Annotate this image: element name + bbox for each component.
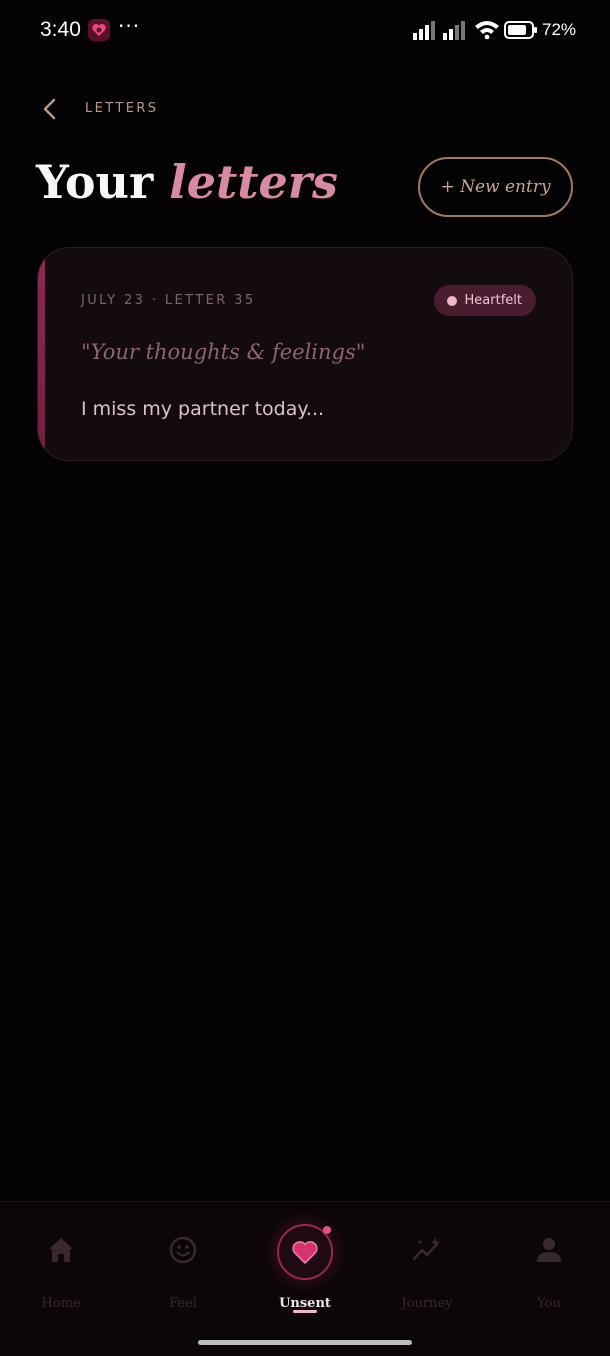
battery-icon [504,21,537,39]
bottom-nav: Home Feel Unsent Journey You [0,1201,610,1356]
battery-percentage: 72% [542,20,577,39]
heart-icon [292,1241,318,1264]
nav-item-you[interactable]: You [488,1222,610,1322]
notification-dot [323,1226,331,1234]
nav-label-feel: Feel [169,1296,197,1311]
status-bar: 3:40 ··· 72% [0,0,610,62]
signal-icon-2 [443,21,465,40]
breadcrumb: LETTERS [85,101,159,116]
back-button[interactable] [36,94,66,124]
letter-card[interactable]: JULY 23 · LETTER 35 Heartfelt "Your thou… [37,247,573,461]
active-indicator [293,1310,317,1313]
letter-prompt: "Your thoughts & feelings" [81,340,366,364]
wifi-icon [475,21,499,40]
mood-dot-icon [446,295,457,306]
page-title-accent: letters [169,155,338,209]
mood-label: Heartfelt [464,293,522,308]
smiley-icon [169,1236,197,1264]
trend-sparkle-icon [412,1237,440,1261]
signal-icon [413,21,435,40]
nav-label-you: You [537,1296,561,1311]
nav-item-unsent[interactable]: Unsent [244,1222,366,1322]
page-title-main: Your [36,155,154,209]
nav-item-home[interactable]: Home [0,1222,122,1322]
home-icon [49,1238,73,1262]
nav-label-journey: Journey [401,1296,453,1311]
nav-item-journey[interactable]: Journey [366,1222,488,1322]
status-time: 3:40 [40,18,81,41]
card-accent-bar [38,248,45,460]
letter-meta: JULY 23 · LETTER 35 [81,293,256,308]
nav-label-home: Home [41,1296,81,1311]
chevron-left-icon [43,98,56,120]
home-indicator[interactable] [198,1340,412,1345]
nav-label-unsent: Unsent [279,1296,331,1311]
person-icon [537,1238,561,1262]
letter-preview: I miss my partner today... [81,398,325,420]
nav-item-feel[interactable]: Feel [122,1222,244,1322]
app-notification-icon [88,19,110,41]
mood-badge: Heartfelt [433,285,536,316]
more-notifications-icon: ··· [118,14,141,38]
new-entry-button[interactable]: + New entry [418,157,573,217]
page-title: Your letters [36,155,338,209]
